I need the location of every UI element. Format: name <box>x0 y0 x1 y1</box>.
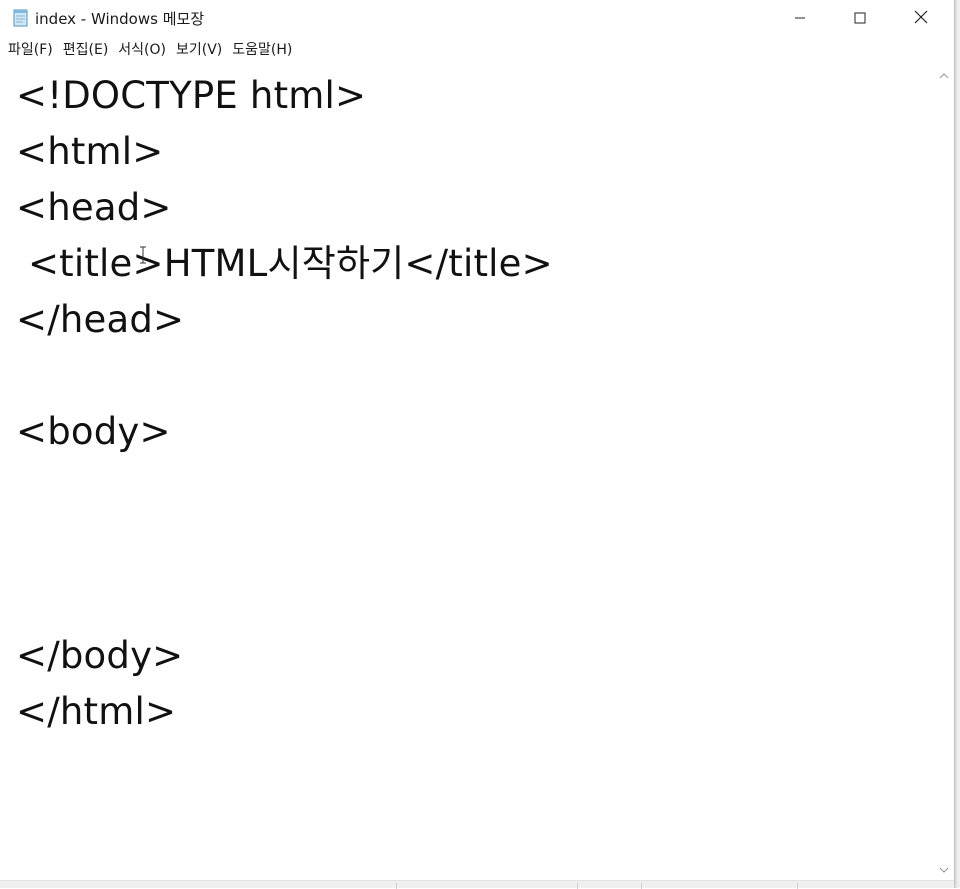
text-editor[interactable]: <!DOCTYPE html> <html> <head> <title>HTM… <box>0 62 935 880</box>
menu-view[interactable]: 보기(V) <box>174 38 230 62</box>
title-bar[interactable]: index - Windows 메모장 <box>0 0 954 36</box>
menu-edit[interactable]: 편집(E) <box>61 38 117 62</box>
window-title: index - Windows 메모장 <box>35 10 205 28</box>
menu-bar: 파일(F) 편집(E) 서식(O) 보기(V) 도움말(H) <box>0 38 954 62</box>
window-border <box>954 0 960 888</box>
chevron-up-icon <box>939 65 949 84</box>
notepad-window: index - Windows 메모장 파일(F) 편집(E) 서식(O) 보기… <box>0 0 954 889</box>
editor-line: <title>HTML시작하기</title> <box>16 242 553 285</box>
text-cursor-icon <box>138 246 148 264</box>
maximize-icon <box>854 9 866 28</box>
close-icon <box>914 9 928 28</box>
editor-line: </head> <box>16 298 185 341</box>
editor-line: </html> <box>16 690 177 733</box>
minimize-icon <box>794 9 806 28</box>
scroll-down-button[interactable] <box>935 860 952 877</box>
status-bar <box>0 880 954 889</box>
status-divider <box>577 883 578 889</box>
vertical-scrollbar[interactable] <box>935 62 952 880</box>
chevron-down-icon <box>939 859 949 878</box>
editor-line: </body> <box>16 634 184 677</box>
maximize-button[interactable] <box>830 0 890 36</box>
editor-line: <html> <box>16 130 164 173</box>
scroll-up-button[interactable] <box>935 66 952 83</box>
editor-line: <head> <box>16 186 172 229</box>
minimize-button[interactable] <box>770 0 830 36</box>
editor-line: <body> <box>16 410 171 453</box>
notepad-icon <box>12 9 30 27</box>
status-divider <box>396 883 397 889</box>
menu-help[interactable]: 도움말(H) <box>230 38 300 62</box>
menu-file[interactable]: 파일(F) <box>6 38 61 62</box>
status-divider <box>641 883 642 889</box>
close-button[interactable] <box>891 0 951 36</box>
editor-line: <!DOCTYPE html> <box>16 74 367 117</box>
menu-format[interactable]: 서식(O) <box>116 38 174 62</box>
status-divider <box>797 883 798 889</box>
